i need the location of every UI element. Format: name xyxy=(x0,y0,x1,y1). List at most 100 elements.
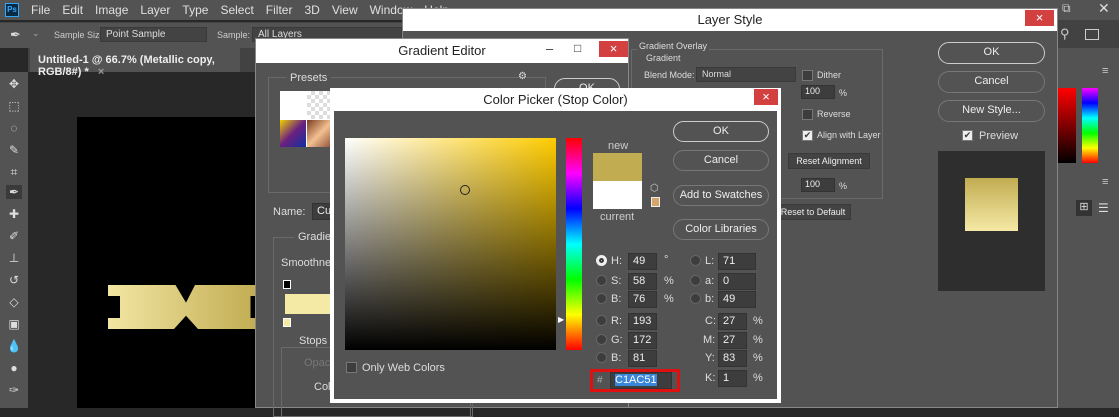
dodge-tool-icon[interactable]: ● xyxy=(6,361,22,375)
color-picker-ok-button[interactable]: OK xyxy=(673,121,769,142)
blue-input[interactable]: 81 xyxy=(628,350,657,367)
red-input[interactable]: 193 xyxy=(628,313,657,330)
layer-style-ok-button[interactable]: OK xyxy=(938,42,1045,64)
color-field-strip[interactable] xyxy=(1058,88,1076,163)
eyedropper-tool-icon[interactable]: ✒ xyxy=(6,185,22,199)
menu-type[interactable]: Type xyxy=(182,3,208,17)
move-tool-icon[interactable]: ✥ xyxy=(6,77,22,91)
saturation-input[interactable]: 58 xyxy=(628,273,657,290)
chevron-down-icon[interactable]: ⌄ xyxy=(32,28,40,39)
lab-l-input[interactable]: 71 xyxy=(718,253,756,270)
sample-size-select[interactable]: Point Sample xyxy=(100,27,207,42)
current-color-swatch[interactable] xyxy=(593,181,642,209)
magenta-input[interactable]: 27 xyxy=(718,332,747,349)
lab-b-radio[interactable] xyxy=(690,293,701,304)
panel-menu-icon[interactable]: ≡ xyxy=(1102,176,1108,188)
menu-filter[interactable]: Filter xyxy=(266,3,293,17)
history-brush-icon[interactable]: ↺ xyxy=(6,273,22,287)
menu-layer[interactable]: Layer xyxy=(140,3,170,17)
hue-input[interactable]: 49 xyxy=(628,253,657,270)
eyedropper-icon[interactable]: ✒ xyxy=(10,27,21,43)
brush-tool-icon[interactable]: ✐ xyxy=(6,229,22,243)
menu-edit[interactable]: Edit xyxy=(62,3,83,17)
color-picker-titlebar[interactable]: Color Picker (Stop Color) xyxy=(330,88,781,111)
marquee-tool-icon[interactable]: ⬚ xyxy=(6,99,22,113)
healing-brush-icon[interactable]: ✚ xyxy=(6,207,22,221)
quick-select-icon[interactable]: ✎ xyxy=(6,143,22,157)
maximize-button[interactable]: □ xyxy=(574,41,581,55)
dither-checkbox[interactable] xyxy=(802,70,813,81)
layer-style-cancel-button[interactable]: Cancel xyxy=(938,71,1045,93)
preview-checkbox[interactable]: ✔ xyxy=(962,130,973,141)
green-radio[interactable] xyxy=(596,334,607,345)
hue-radio[interactable] xyxy=(596,255,607,266)
reset-alignment-button[interactable]: Reset Alignment xyxy=(788,153,870,169)
pen-tool-icon[interactable]: ✑ xyxy=(6,383,22,397)
stamp-tool-icon[interactable]: ⊥ xyxy=(6,251,22,265)
minimize-button[interactable]: – xyxy=(546,41,553,56)
brightness-radio[interactable] xyxy=(596,293,607,304)
scale-input[interactable]: 100 xyxy=(801,178,835,192)
saturation-radio[interactable] xyxy=(596,275,607,286)
document-tab[interactable]: Untitled-1 @ 66.7% (Metallic copy, RGB/8… xyxy=(30,48,240,78)
black-input[interactable]: 1 xyxy=(718,370,747,387)
lab-b-input[interactable]: 49 xyxy=(718,291,756,308)
blend-mode-label: Blend Mode: xyxy=(644,70,695,80)
gamut-cube-icon[interactable]: ⬡ xyxy=(650,183,659,194)
menu-image[interactable]: Image xyxy=(95,3,128,17)
cyan-input[interactable]: 27 xyxy=(718,313,747,330)
reset-to-default-button[interactable]: Reset to Default xyxy=(775,204,851,220)
gear-icon[interactable]: ⚙ xyxy=(518,71,527,82)
layer-style-close-button[interactable]: × xyxy=(1025,10,1054,26)
color-picker-cancel-button[interactable]: Cancel xyxy=(673,150,769,171)
reverse-checkbox[interactable] xyxy=(802,109,813,120)
grid-view-icon[interactable]: ⊞ xyxy=(1076,200,1092,216)
close-tab-icon[interactable]: × xyxy=(98,66,104,78)
panel-menu-icon[interactable]: ≡ xyxy=(1102,65,1108,77)
search-icon[interactable]: ⚲ xyxy=(1060,26,1070,42)
lab-l-radio[interactable] xyxy=(690,255,701,266)
menu-3d[interactable]: 3D xyxy=(304,3,319,17)
brightness-input[interactable]: 76 xyxy=(628,291,657,308)
restore-window-icon[interactable]: ⧉ xyxy=(1062,1,1071,16)
menu-file[interactable]: File xyxy=(31,3,50,17)
only-web-colors-checkbox[interactable] xyxy=(346,362,357,373)
hue-strip[interactable] xyxy=(1082,88,1098,163)
blend-mode-select[interactable]: Normal xyxy=(696,67,796,82)
lab-a-input[interactable]: 0 xyxy=(718,273,756,290)
layer-style-titlebar[interactable]: Layer Style xyxy=(403,9,1057,31)
add-to-swatches-button[interactable]: Add to Swatches xyxy=(673,185,769,206)
preset-swatch[interactable] xyxy=(280,91,306,119)
preset-swatch[interactable] xyxy=(280,119,306,147)
red-radio[interactable] xyxy=(596,315,607,326)
lasso-tool-icon[interactable]: ◌ xyxy=(6,121,22,135)
opacity-stop[interactable] xyxy=(283,280,291,289)
close-app-icon[interactable]: ✕ xyxy=(1098,0,1110,17)
yellow-input[interactable]: 83 xyxy=(718,350,747,367)
web-safe-color-swatch[interactable] xyxy=(651,197,660,207)
color-field-cursor[interactable] xyxy=(460,185,470,195)
new-style-button[interactable]: New Style... xyxy=(938,100,1045,122)
blue-radio[interactable] xyxy=(596,352,607,363)
menu-view[interactable]: View xyxy=(332,3,358,17)
blur-tool-icon[interactable]: 💧 xyxy=(6,339,22,353)
gradient-editor-titlebar[interactable]: Gradient Editor xyxy=(256,39,628,63)
color-field[interactable] xyxy=(345,138,556,350)
gradient-editor-close-button[interactable]: × xyxy=(599,41,628,57)
color-picker-close-button[interactable]: × xyxy=(754,89,778,105)
gradient-tool-icon[interactable]: ▣ xyxy=(6,317,22,331)
green-input[interactable]: 172 xyxy=(628,332,657,349)
list-view-icon[interactable]: ☰ xyxy=(1098,201,1109,215)
color-libraries-button[interactable]: Color Libraries xyxy=(673,219,769,240)
workspace-icon[interactable] xyxy=(1085,29,1099,40)
hue-slider-handle[interactable]: ▶ xyxy=(558,315,564,324)
opacity-input[interactable]: 100 xyxy=(801,85,835,99)
menu-select[interactable]: Select xyxy=(220,3,253,17)
lab-a-radio[interactable] xyxy=(690,275,701,286)
hue-slider[interactable] xyxy=(566,138,582,350)
eraser-tool-icon[interactable]: ◇ xyxy=(6,295,22,309)
crop-tool-icon[interactable]: ⌗ xyxy=(6,165,22,179)
color-stop[interactable] xyxy=(283,318,291,327)
hex-input[interactable]: C1AC51 xyxy=(610,372,672,389)
align-with-layer-checkbox[interactable]: ✔ xyxy=(802,130,813,141)
